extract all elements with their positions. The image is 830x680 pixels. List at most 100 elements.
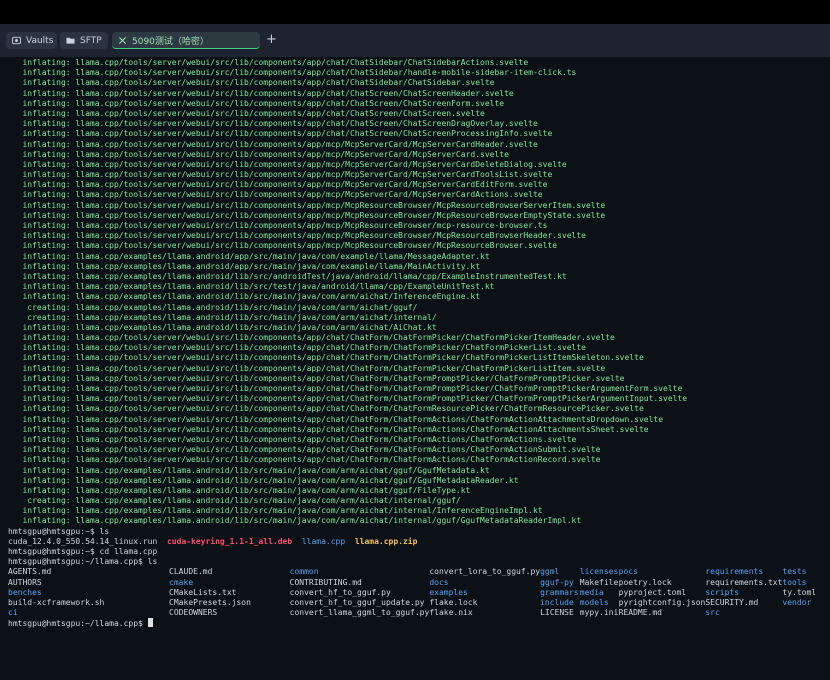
log-line: inflating: llama.cpp/tools/server/webui/… [8,210,606,220]
directory-entry: llama.cpp [301,536,346,546]
log-line: inflating: llama.cpp/examples/llama.andr… [8,292,481,302]
log-line: inflating: llama.cpp/tools/server/webui/… [8,343,586,353]
log-line: inflating: llama.cpp/tools/server/webui/… [8,190,543,200]
log-line: inflating: llama.cpp/tools/server/webui/… [8,149,509,159]
log-line: inflating: llama.cpp/tools/server/webui/… [8,78,495,88]
file-entry: flake.lock [429,597,478,607]
close-icon[interactable] [118,36,127,45]
log-line: inflating: llama.cpp/tools/server/webui/… [8,88,514,98]
file-entry [782,608,830,618]
ls-column: ggml gguf-py grammars include LICENSE [540,567,580,618]
log-line: inflating: llama.cpp/tools/server/webui/… [8,434,577,444]
file-entry: CONTRIBUTING.md [289,577,362,587]
log-line: inflating: llama.cpp/examples/llama.andr… [8,516,582,526]
log-line: inflating: llama.cpp/tools/server/webui/… [8,384,683,393]
log-line: inflating: llama.cpp/tools/server/webui/… [8,363,606,373]
file-entry: CODEOWNERS [169,608,218,618]
log-line: inflating: llama.cpp/tools/server/webui/… [8,98,505,108]
log-line: inflating: llama.cpp/tools/server/webui/… [8,394,688,404]
file-entry: CMakeLists.txt [169,587,237,597]
file-entry: pyrightconfig.json [618,597,706,607]
log-line: inflating: llama.cpp/tools/server/webui/… [8,221,548,230]
ls-llama-output: AGENTS.md AUTHORS benches build-xcframework… [8,567,830,618]
directory-entry: benches [8,587,42,597]
log-line: inflating: llama.cpp/examples/llama.andr… [8,282,495,292]
log-line: inflating: llama.cpp/tools/server/webui/… [8,424,649,434]
directory-entry: licenses [579,567,619,577]
file-entry: SECURITY.md [705,597,759,607]
ls-column: requirements requirements.txt scripts SECUR… [705,567,782,618]
directory-entry: requirements [705,567,764,577]
file-entry [345,537,355,546]
file-entry: poetry.lock [618,577,672,587]
terminal-output[interactable]: inflating: llama.cpp/tools/server/webui/… [0,57,830,680]
directory-entry: vendor [782,597,812,607]
directory-entry: tools [782,577,807,587]
file-entry: pyproject.toml [618,587,687,597]
log-line: inflating: llama.cpp/tools/server/webui/… [8,404,644,414]
log-line: inflating: llama.cpp/tools/server/webui/… [8,139,538,149]
directory-entry: src [705,608,720,618]
directory-entry: ggml [540,567,560,577]
directory-entry: models [579,597,609,607]
tab-vaults[interactable]: Vaults [6,32,57,49]
log-line: inflating: llama.cpp/tools/server/webui/… [8,241,558,251]
ls-column: tests tools ty.toml vendor [782,567,830,618]
file-entry: build-xcframework.sh [8,597,105,607]
log-line: creating: llama.cpp/examples/llama.andro… [8,312,437,322]
log-line: inflating: llama.cpp/examples/llama.andr… [8,322,437,332]
log-line: inflating: llama.cpp/tools/server/webui/… [8,159,567,169]
new-tab-button[interactable]: + [266,33,277,47]
log-line: inflating: llama.cpp/tools/server/webui/… [8,373,625,383]
directory-entry: include [540,597,574,607]
log-line: inflating: llama.cpp/examples/llama.andr… [8,506,543,516]
directory-entry: common [289,567,319,577]
directory-entry: cmake [169,577,194,587]
log-line: inflating: llama.cpp/tools/server/webui/… [8,119,538,129]
file-entry: requirements.txt [705,577,783,587]
file-entry: CMakePresets.json [169,597,251,607]
prompt-line: hmtsgpu@hmtsgpu:~$ ls [8,526,110,536]
log-line: inflating: llama.cpp/tools/server/webui/… [8,333,615,343]
tab-label: SFTP [80,35,102,46]
tab-sftp[interactable]: SFTP [60,32,108,49]
log-line: inflating: llama.cpp/tools/server/webui/… [8,170,553,180]
ls-column: pocs poetry.lock pyproject.toml pyrightconf… [619,567,706,618]
log-line: inflating: llama.cpp/tools/server/webui/… [8,353,644,363]
log-line: inflating: llama.cpp/tools/server/webui/… [8,58,529,67]
directory-entry: ci [8,608,18,618]
file-entry: convert_hf_to_gguf_update.py [289,597,425,607]
directory-entry: pocs [618,567,638,577]
ls-column: CLAUDE.md cmake CMakeLists.txt CMakePresets… [169,567,290,618]
vault-icon [12,36,21,45]
file-entry [292,537,302,546]
ls-home-output: cuda_12.4.0_550.54.14_linux.run cuda-key… [8,537,830,547]
file-entry: cuda_12.4.0_550.54.14_linux.run [8,536,167,546]
directory-entry: tests [782,567,807,577]
directory-entry: gguf-py [540,577,574,587]
file-entry: cuda-keyring_1.1-1_all.deb [166,536,293,546]
file-entry: convert_lora_to_gguf.py [429,567,541,577]
directory-entry: docs [429,577,449,587]
ls-column: AGENTS.md AUTHORS benches build-xcframework… [8,567,169,618]
tab-session-5090[interactable]: 5090测试（哈密） [112,32,260,49]
log-line: inflating: llama.cpp/examples/llama.andr… [8,271,567,281]
file-entry: mypy.ini [579,608,619,618]
window-titlebar [0,0,830,24]
log-line: inflating: llama.cpp/tools/server/webui/… [8,129,553,139]
log-line: inflating: llama.cpp/tools/server/webui/… [8,455,601,465]
log-line: inflating: llama.cpp/tools/server/webui/… [8,108,485,118]
file-entry: LICENSE [540,608,574,618]
file-entry: flake.nix [429,608,473,618]
active-prompt[interactable]: hmtsgpu@hmtsgpu:~/llama.cpp$ [8,618,830,628]
file-entry: convert_llama_ggml_to_gguf.py [289,608,430,618]
file-entry: ty.toml [782,587,817,597]
file-entry: README.md [618,608,662,618]
log-line: inflating: llama.cpp/examples/llama.andr… [8,475,519,485]
prompt-line: hmtsgpu@hmtsgpu:~/llama.cpp$ ls [8,557,158,567]
tab-label: Vaults [26,35,54,46]
log-line: inflating: llama.cpp/tools/server/webui/… [8,414,664,424]
log-line: inflating: llama.cpp/examples/llama.andr… [8,261,481,271]
log-line: creating: llama.cpp/examples/llama.andro… [8,302,418,312]
directory-entry: grammars [540,587,579,597]
